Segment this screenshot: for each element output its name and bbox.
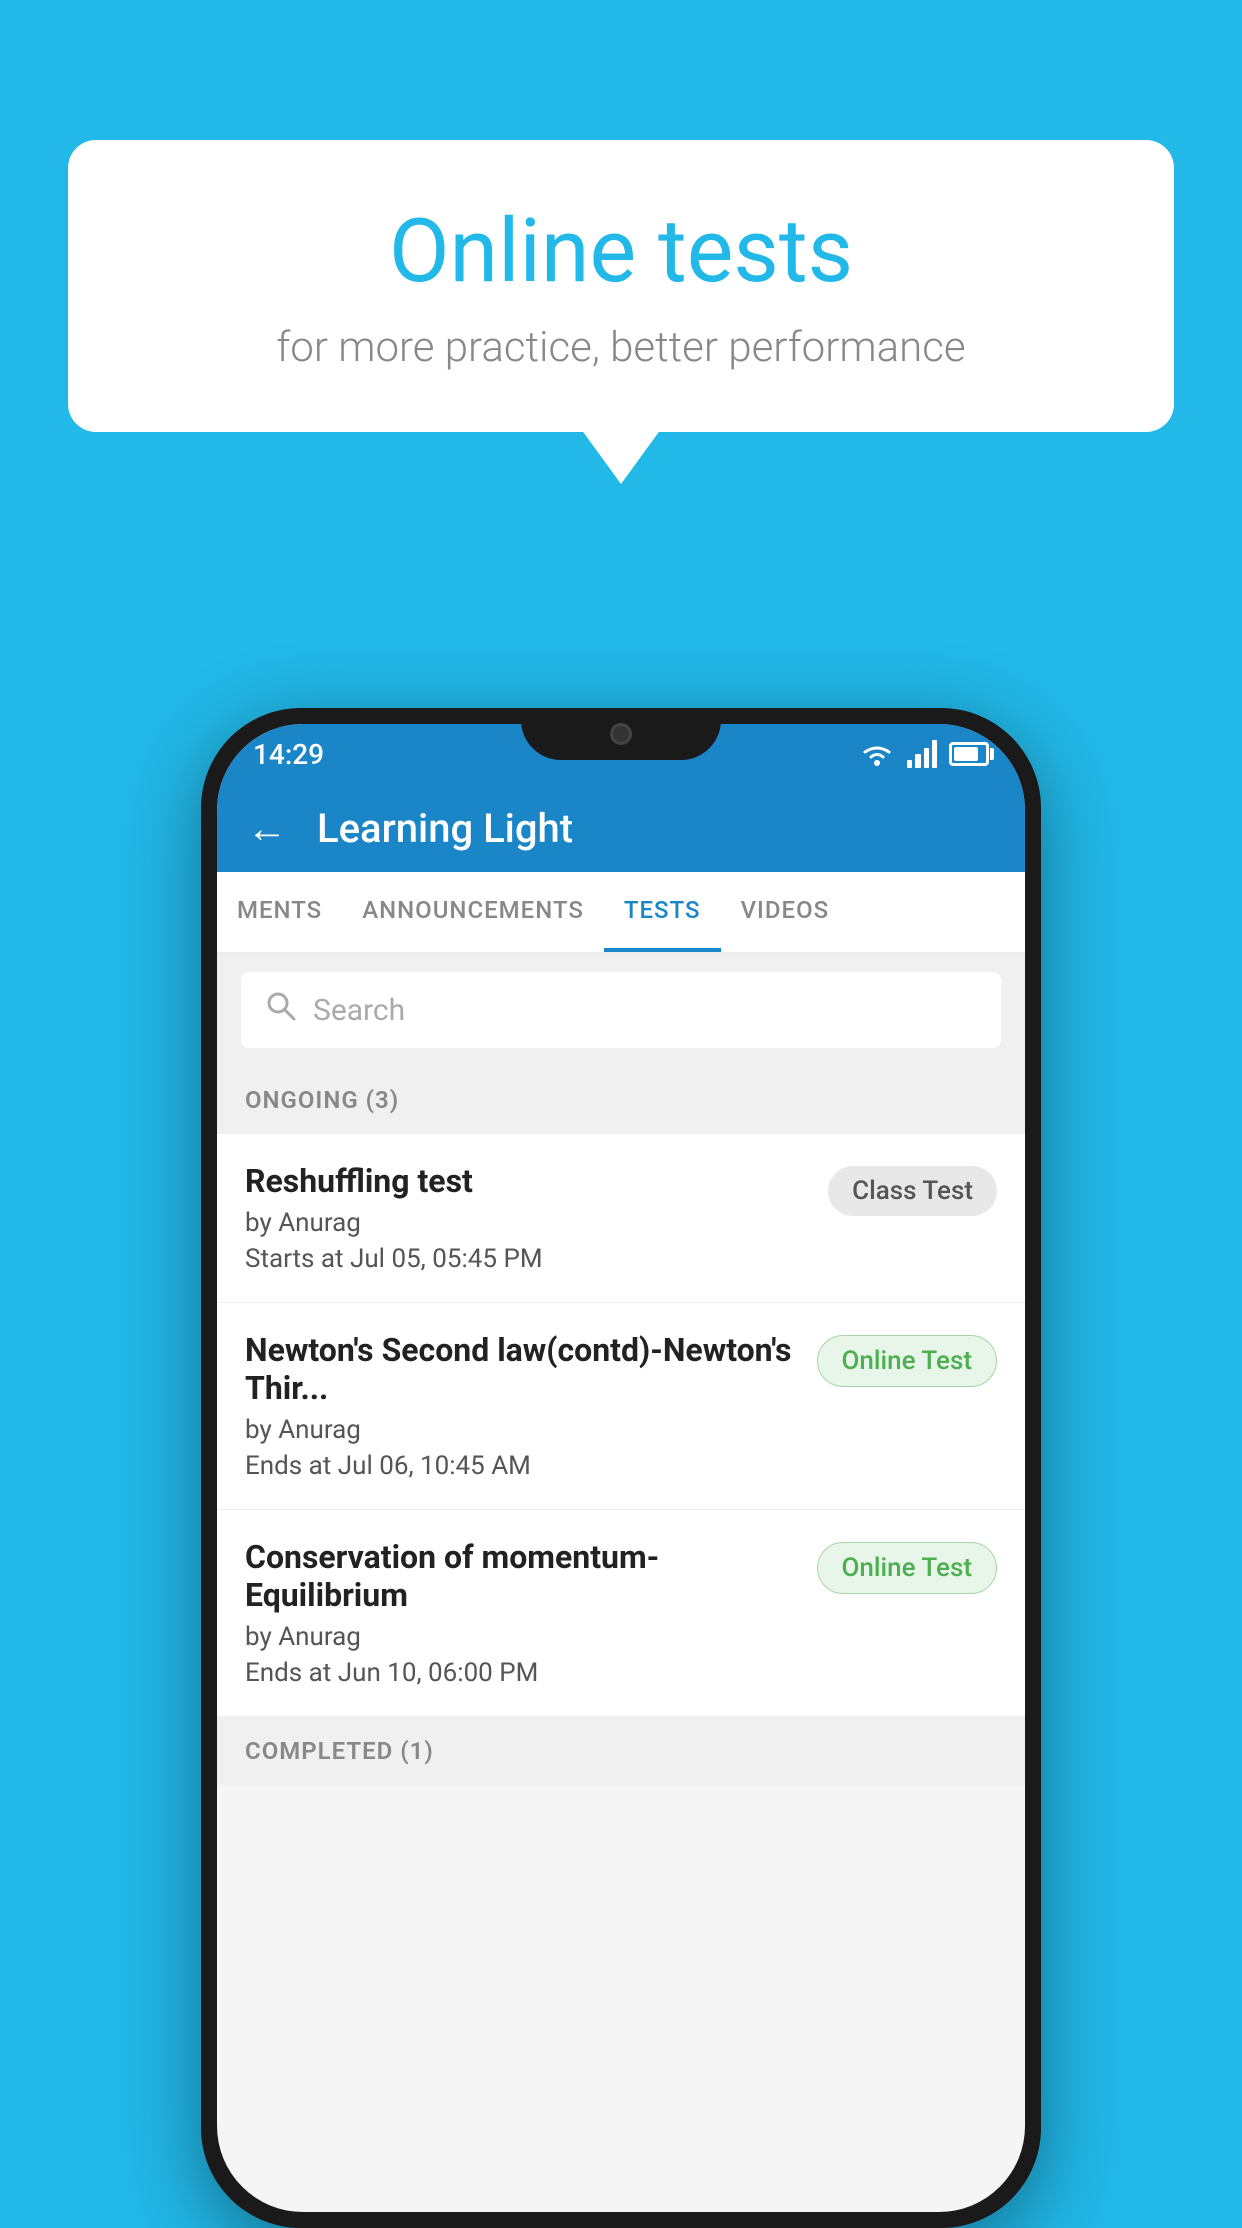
bubble-title: Online tests	[148, 200, 1094, 303]
phone-notch	[521, 708, 721, 760]
wifi-icon	[859, 740, 895, 768]
tab-tests[interactable]: TESTS	[604, 872, 721, 952]
test-title-1: Reshuffling test	[245, 1162, 808, 1200]
back-button[interactable]: ←	[247, 805, 287, 852]
test-info-1: Reshuffling test by Anurag Starts at Jul…	[245, 1162, 828, 1274]
app-header: ← Learning Light	[217, 784, 1025, 872]
test-date-1: Starts at Jul 05, 05:45 PM	[245, 1244, 808, 1274]
search-placeholder: Search	[313, 993, 405, 1028]
phone-screen: 14:29	[217, 724, 1025, 2212]
test-badge-3: Online Test	[817, 1542, 998, 1594]
test-item-2[interactable]: Newton's Second law(contd)-Newton's Thir…	[217, 1303, 1025, 1510]
test-title-3: Conservation of momentum-Equilibrium	[245, 1538, 797, 1614]
app-title: Learning Light	[317, 805, 573, 852]
test-info-3: Conservation of momentum-Equilibrium by …	[245, 1538, 817, 1688]
status-time: 14:29	[253, 738, 324, 771]
status-icons	[859, 740, 989, 768]
camera	[610, 723, 632, 745]
test-badge-1: Class Test	[828, 1166, 997, 1216]
test-title-2: Newton's Second law(contd)-Newton's Thir…	[245, 1331, 797, 1407]
bubble-subtitle: for more practice, better performance	[148, 323, 1094, 372]
test-badge-2: Online Test	[817, 1335, 998, 1387]
section-ongoing-header: ONGOING (3)	[217, 1066, 1025, 1134]
test-info-2: Newton's Second law(contd)-Newton's Thir…	[245, 1331, 817, 1481]
signal-icon	[907, 740, 937, 768]
test-author-2: by Anurag	[245, 1415, 797, 1445]
test-date-2: Ends at Jul 06, 10:45 AM	[245, 1451, 797, 1481]
promo-section: Online tests for more practice, better p…	[68, 140, 1174, 432]
phone-frame: 14:29	[201, 708, 1041, 2228]
tab-ments[interactable]: MENTS	[217, 872, 342, 952]
battery-fill	[954, 747, 978, 761]
test-date-3: Ends at Jun 10, 06:00 PM	[245, 1658, 797, 1688]
search-icon	[265, 990, 297, 1030]
test-author-3: by Anurag	[245, 1622, 797, 1652]
tab-videos[interactable]: VIDEOS	[721, 872, 850, 952]
search-bar[interactable]: Search	[241, 972, 1001, 1048]
search-container: Search	[217, 954, 1025, 1066]
test-item-1[interactable]: Reshuffling test by Anurag Starts at Jul…	[217, 1134, 1025, 1303]
test-list: Reshuffling test by Anurag Starts at Jul…	[217, 1134, 1025, 1717]
section-completed-header: COMPLETED (1)	[217, 1717, 1025, 1785]
test-item-3[interactable]: Conservation of momentum-Equilibrium by …	[217, 1510, 1025, 1717]
test-author-1: by Anurag	[245, 1208, 808, 1238]
speech-bubble: Online tests for more practice, better p…	[68, 140, 1174, 432]
battery-icon	[949, 742, 989, 766]
tab-announcements[interactable]: ANNOUNCEMENTS	[342, 872, 604, 952]
tabs-container: MENTS ANNOUNCEMENTS TESTS VIDEOS	[217, 872, 1025, 954]
